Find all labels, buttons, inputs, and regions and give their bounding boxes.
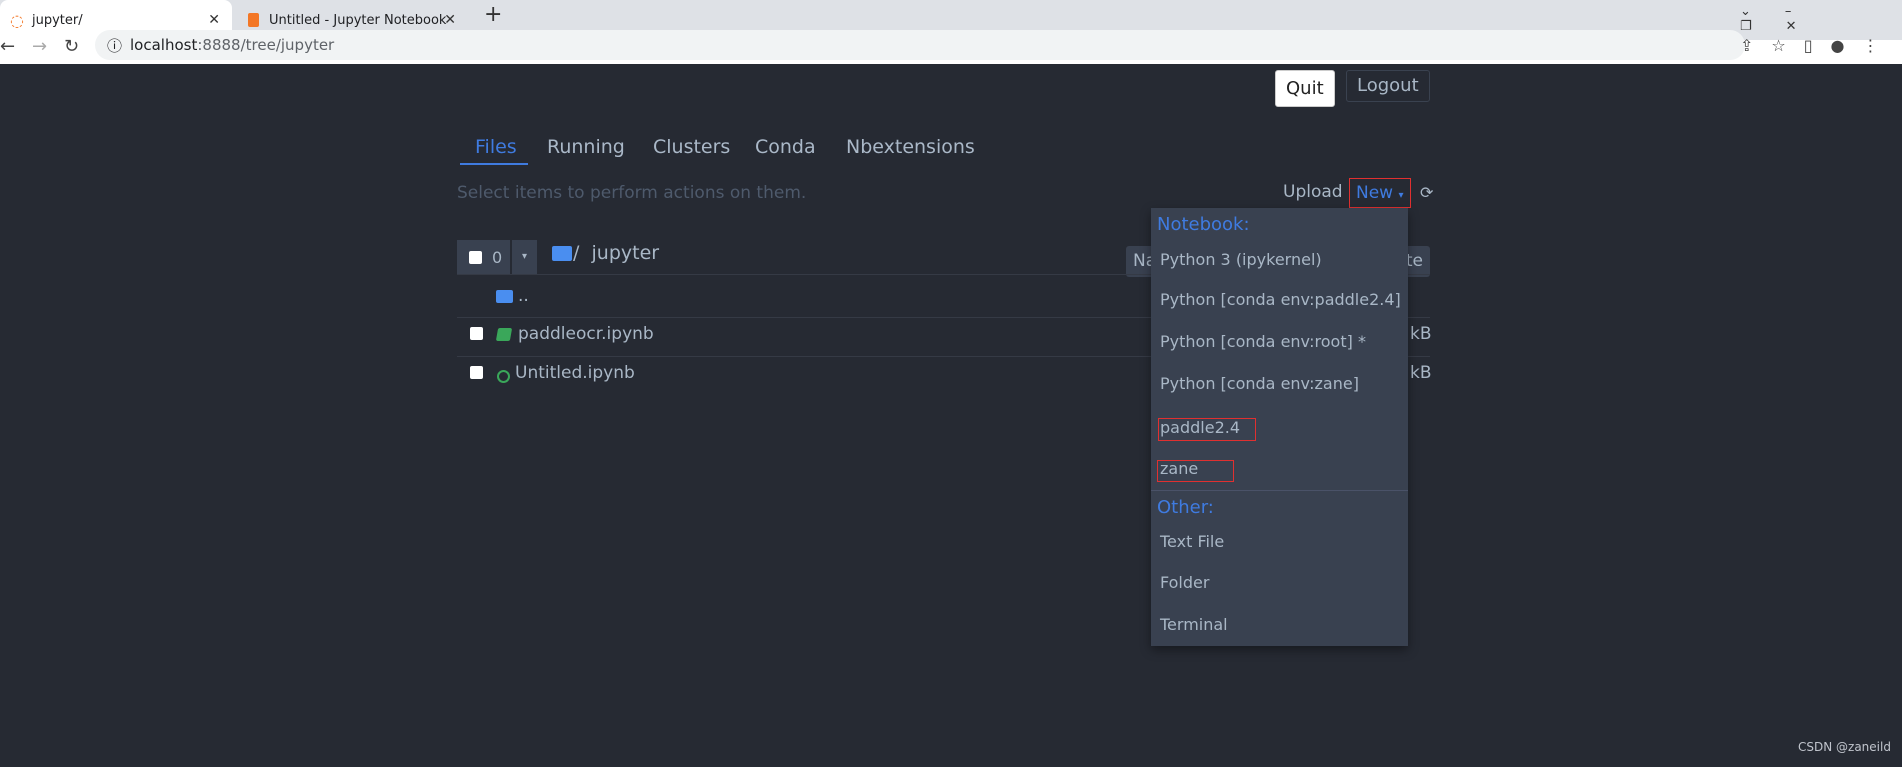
upload-button[interactable]: Upload (1283, 182, 1343, 202)
selection-dropdown-caret-icon[interactable]: ▾ (512, 240, 537, 274)
folder-icon (496, 290, 513, 303)
tab-nbextensions[interactable]: Nbextensions (846, 136, 975, 158)
running-notebook-icon (497, 370, 510, 383)
row-checkbox[interactable] (470, 366, 483, 379)
tab-running[interactable]: Running (547, 136, 625, 158)
menu-item-conda-paddle[interactable]: Python [conda env:paddle2.4] (1160, 290, 1401, 309)
watermark: CSDN @zaneild (1798, 740, 1891, 754)
close-tab-icon[interactable]: ✕ (208, 12, 220, 28)
window-controls[interactable]: ⌄–❐✕ (1740, 4, 1902, 34)
breadcrumb-jupyter[interactable]: jupyter (592, 242, 660, 264)
parent-folder-link[interactable]: .. (518, 286, 529, 306)
file-size: kB (1410, 363, 1432, 383)
highlight-box (1157, 460, 1234, 482)
selection-hint: Select items to perform actions on them. (457, 183, 807, 203)
tab-files[interactable]: Files (475, 136, 517, 158)
select-all-button[interactable]: 0 (457, 240, 510, 274)
new-tab-button[interactable]: + (484, 2, 502, 27)
menu-item-folder[interactable]: Folder (1160, 573, 1209, 592)
sort-last-modified[interactable]: te (1406, 251, 1423, 272)
forward-icon[interactable]: → (32, 36, 47, 57)
file-size: kB (1410, 324, 1432, 344)
menu-item-conda-root[interactable]: Python [conda env:root] * (1160, 332, 1366, 351)
close-tab-icon[interactable]: ✕ (444, 12, 456, 28)
reload-icon[interactable]: ↻ (64, 36, 79, 57)
jupyter-logo-icon: ◌ (10, 10, 24, 30)
refresh-icon[interactable]: ⟳ (1420, 183, 1433, 202)
url-input[interactable]: ⓘ localhost:8888/tree/jupyter (95, 30, 1745, 60)
menu-header-other: Other: (1157, 497, 1214, 518)
info-icon: ⓘ (107, 36, 123, 55)
menu-header-notebook: Notebook: (1157, 214, 1250, 235)
highlight-box (1158, 418, 1256, 441)
notebook-icon (248, 13, 259, 27)
tab-clusters[interactable]: Clusters (653, 136, 730, 158)
row-checkbox[interactable] (470, 327, 483, 340)
folder-icon (552, 246, 572, 261)
tab-conda[interactable]: Conda (755, 136, 816, 158)
file-link-paddleocr[interactable]: paddleocr.ipynb (518, 324, 654, 344)
new-button[interactable]: New ▾ (1349, 178, 1411, 208)
menu-item-python3[interactable]: Python 3 (ipykernel) (1160, 250, 1322, 269)
browser-actions[interactable]: ⇪☆▯●⋮ (1740, 36, 1897, 55)
active-tab-underline (460, 163, 528, 165)
caret-down-icon: ▾ (1398, 190, 1404, 201)
menu-item-text-file[interactable]: Text File (1160, 532, 1224, 551)
menu-item-terminal[interactable]: Terminal (1160, 615, 1228, 634)
file-link-untitled[interactable]: Untitled.ipynb (515, 363, 635, 383)
menu-divider (1151, 490, 1408, 491)
menu-item-conda-zane[interactable]: Python [conda env:zane] (1160, 374, 1359, 393)
logout-button[interactable]: Logout (1346, 70, 1430, 102)
notebook-icon (495, 328, 513, 341)
select-all-checkbox[interactable] (469, 250, 482, 264)
quit-button[interactable]: Quit (1275, 70, 1335, 107)
breadcrumb: / jupyter (573, 242, 660, 264)
back-icon[interactable]: ← (0, 36, 15, 57)
